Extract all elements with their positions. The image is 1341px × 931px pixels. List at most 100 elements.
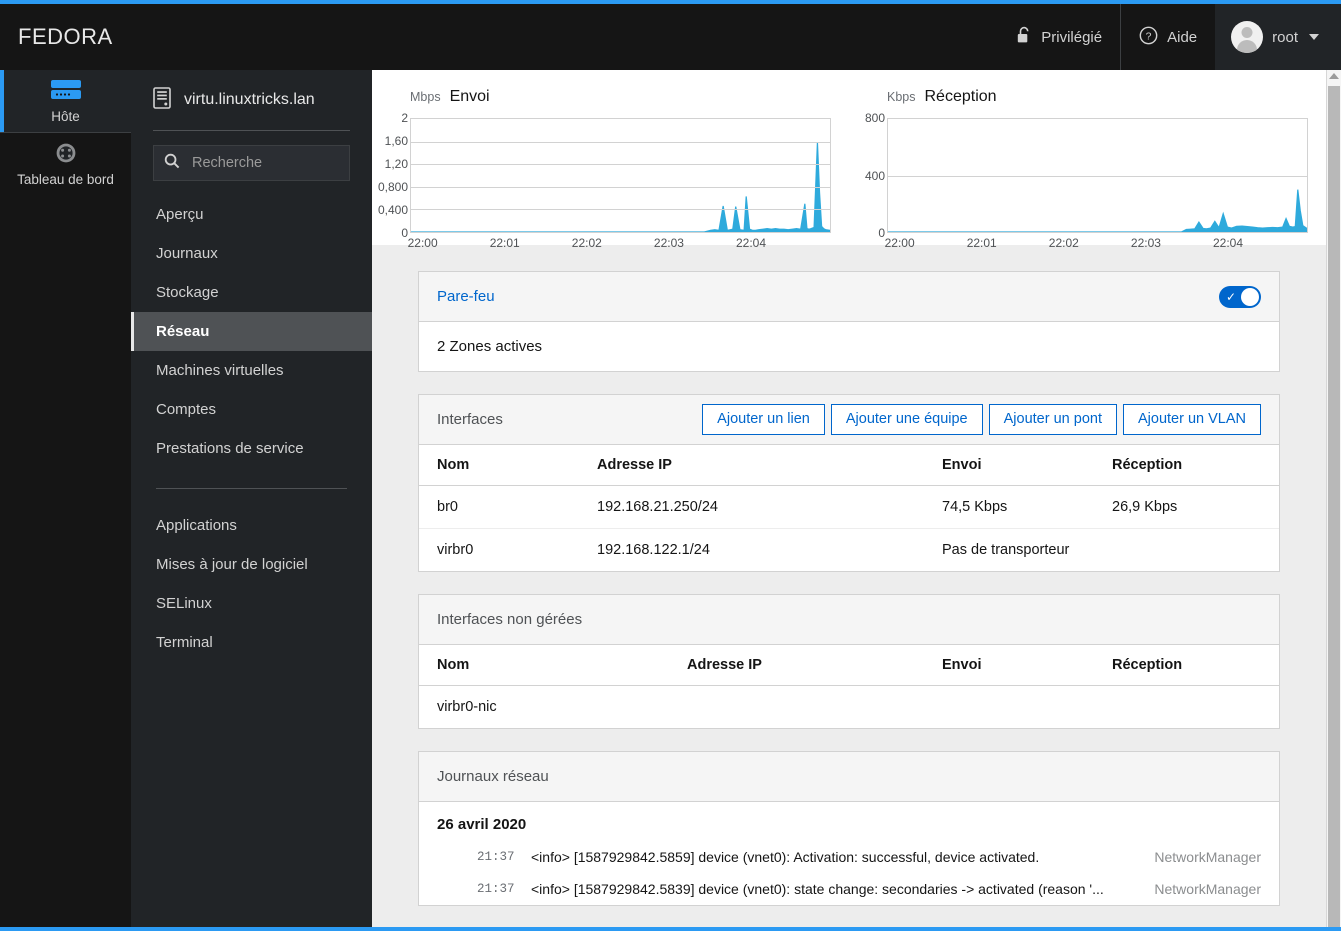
chart-reception-plot (887, 118, 1308, 233)
search-box[interactable] (153, 145, 350, 181)
svg-text:?: ? (1146, 31, 1152, 42)
tower-server-icon (153, 86, 171, 114)
sidebar-item-mises-a-jour[interactable]: Mises à jour de logiciel (131, 545, 372, 584)
log-source: NetworkManager (1154, 881, 1261, 897)
scrollbar-thumb[interactable] (1328, 86, 1340, 931)
search-input[interactable] (190, 154, 339, 172)
network-logs-card: Journaux réseau 26 avril 2020 21:37 <inf… (418, 751, 1280, 906)
add-team-button[interactable]: Ajouter une équipe (830, 404, 983, 435)
y-tick-label: 800 (864, 111, 885, 125)
sidebar-item-journaux[interactable]: Journaux (131, 234, 372, 273)
sidebar-search-wrap (131, 131, 372, 191)
firewall-card-header: Pare-feu ✓ (419, 272, 1279, 322)
unmanaged-title: Interfaces non gérées (437, 611, 583, 628)
log-entry[interactable]: 21:37 <info> [1587929842.5839] device (v… (419, 873, 1279, 905)
icon-rail: Hôte Tableau de bord (0, 70, 131, 931)
cell-envoi: Pas de transporteur (942, 542, 1070, 558)
sidebar-item-label: Prestations de service (156, 440, 304, 457)
col-nom: Nom (419, 645, 669, 686)
sidebar-item-label: Machines virtuelles (156, 362, 284, 379)
sidebar-item-label: Stockage (156, 284, 219, 301)
y-tick-label: 0,800 (377, 180, 408, 194)
sidebar-secondary-list: Applications Mises à jour de logiciel SE… (131, 506, 372, 662)
sidebar-primary-list: Aperçu Journaux Stockage Réseau Machines… (131, 195, 372, 468)
chart-reception-yaxis: 0 400 800 (849, 111, 885, 240)
network-logs-header: Journaux réseau (419, 752, 1279, 802)
chevron-up-icon[interactable] (1329, 73, 1339, 79)
col-adresse-ip: Adresse IP (579, 445, 924, 486)
chart-envoi: Mbps Envoi 0 0,400 0,800 1,20 1,60 2 22:00 22:… (372, 88, 849, 250)
search-icon (164, 153, 180, 174)
add-bridge-button[interactable]: Ajouter un pont (988, 404, 1117, 435)
cards-container: Pare-feu ✓ 2 Zones actives Interfaces Aj… (372, 245, 1326, 906)
privileged-label: Privilégié (1041, 28, 1103, 46)
table-row[interactable]: br0 192.168.21.250/24 74,5 Kbps 26,9 Kbp… (419, 485, 1279, 529)
sidebar-item-reseau[interactable]: Réseau (131, 312, 372, 351)
chart-reception-body: 0 400 800 (865, 111, 1308, 240)
sidebar-nav: virtu.linuxtricks.lan Aperçu Journaux St… (131, 70, 372, 931)
cell-nom: virbr0-nic (437, 699, 497, 715)
cell-envoi: 74,5 Kbps (924, 485, 1094, 529)
sidebar-item-prestations-de-service[interactable]: Prestations de service (131, 429, 372, 468)
cell-adresse-ip: 192.168.21.250/24 (579, 485, 924, 529)
help-label: Aide (1167, 28, 1198, 46)
sidebar-item-label: Journaux (156, 245, 218, 262)
x-tick-label: 22:03 (1130, 236, 1161, 250)
main-content: Mbps Envoi 0 0,400 0,800 1,20 1,60 2 22:00 22:… (372, 70, 1326, 931)
table-row[interactable]: virbr0 192.168.122.1/24 Pas de transport… (419, 529, 1279, 572)
interfaces-title: Interfaces (437, 411, 503, 428)
user-menu-button[interactable]: root (1215, 4, 1341, 70)
cockpit-window: FEDORA Privilégié ? Aide root Hôte Table… (0, 0, 1341, 931)
table-header-row: Nom Adresse IP Envoi Réception (419, 445, 1279, 486)
col-adresse-ip: Adresse IP (669, 645, 924, 686)
cell-adresse-ip: 192.168.122.1/24 (597, 542, 710, 558)
x-tick-label: 22:03 (653, 236, 684, 250)
firewall-zones-text: 2 Zones actives (437, 338, 543, 355)
col-nom: Nom (419, 445, 579, 486)
gridline (411, 186, 830, 188)
interfaces-action-buttons: Ajouter un lien Ajouter une équipe Ajout… (702, 404, 1261, 435)
privileged-button[interactable]: Privilégié (999, 4, 1120, 70)
log-entry[interactable]: 21:37 <info> [1587929842.5859] device (v… (419, 841, 1279, 873)
log-message: <info> [1587929842.5859] device (vnet0):… (531, 849, 1040, 865)
sidebar-item-apercu[interactable]: Aperçu (131, 195, 372, 234)
sidebar-item-label: Mises à jour de logiciel (156, 556, 308, 573)
sidebar-hostname[interactable]: virtu.linuxtricks.lan (131, 70, 372, 130)
network-logs-body: 26 avril 2020 21:37 <info> [1587929842.5… (419, 802, 1279, 905)
x-tick-label: 22:00 (884, 236, 915, 250)
firewall-toggle[interactable]: ✓ (1219, 285, 1261, 308)
dashboard-gauge-icon (53, 142, 79, 167)
unmanaged-card-header: Interfaces non gérées (419, 595, 1279, 645)
help-button[interactable]: ? Aide (1120, 4, 1215, 70)
firewall-title-link[interactable]: Pare-feu (437, 288, 495, 305)
interfaces-card: Interfaces Ajouter un lien Ajouter une é… (418, 394, 1280, 572)
cell-nom: virbr0 (437, 542, 474, 558)
add-bond-button[interactable]: Ajouter un lien (702, 404, 825, 435)
chart-reception: Kbps Réception 0 400 800 22:00 22:01 22:02 22… (849, 88, 1326, 250)
x-tick-label: 22:01 (489, 236, 520, 250)
chart-reception-head: Kbps Réception (887, 88, 1308, 110)
col-envoi: Envoi (924, 445, 1094, 486)
rail-item-dashboard[interactable]: Tableau de bord (0, 133, 131, 195)
log-message: <info> [1587929842.5839] device (vnet0):… (531, 881, 1104, 897)
rail-item-label: Tableau de bord (17, 171, 114, 187)
check-icon: ✓ (1226, 289, 1237, 304)
add-vlan-button[interactable]: Ajouter un VLAN (1122, 404, 1261, 435)
rail-item-host[interactable]: Hôte (0, 70, 131, 132)
sidebar-item-comptes[interactable]: Comptes (131, 390, 372, 429)
user-label: root (1272, 28, 1298, 46)
sidebar-item-machines-virtuelles[interactable]: Machines virtuelles (131, 351, 372, 390)
sidebar-item-terminal[interactable]: Terminal (131, 623, 372, 662)
col-envoi: Envoi (924, 645, 1094, 686)
sidebar-item-applications[interactable]: Applications (131, 506, 372, 545)
chart-envoi-xaxis: 22:00 22:01 22:02 22:03 22:04 (408, 236, 831, 256)
rail-item-label: Hôte (51, 108, 80, 124)
unmanaged-interfaces-table: Nom Adresse IP Envoi Réception virbr0-ni… (419, 645, 1279, 728)
y-tick-label: 2 (401, 111, 408, 125)
toggle-knob (1241, 287, 1259, 306)
sidebar-item-stockage[interactable]: Stockage (131, 273, 372, 312)
vertical-scrollbar[interactable] (1326, 70, 1341, 931)
table-row[interactable]: virbr0-nic (419, 686, 1279, 729)
x-tick-label: 22:02 (1048, 236, 1079, 250)
sidebar-item-selinux[interactable]: SELinux (131, 584, 372, 623)
